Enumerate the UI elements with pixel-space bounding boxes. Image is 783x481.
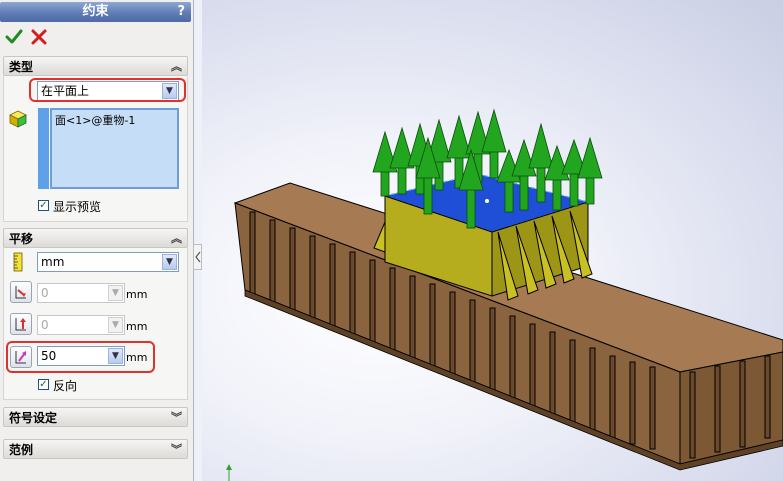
chevron-down-icon[interactable]: ︾ [171,408,182,428]
selection-list-item[interactable]: 面<1>@重物-1 [55,112,174,128]
highlight-distance3 [6,341,155,373]
panel-splitter-handle[interactable] [193,244,202,270]
distance1-value: 0 [41,286,49,300]
direction1-icon [15,286,26,299]
translate-section-title: 平移 [9,232,34,246]
unit-select[interactable]: mm ▼ [37,252,179,272]
selection-list-marker [38,108,49,189]
distance1-input[interactable]: 0 ▼ [37,283,125,303]
distance2-unit: mm [126,320,148,333]
direction2-icon [15,318,26,331]
chevron-down-icon[interactable]: ▼ [162,254,177,270]
example-section-title: 范例 [9,443,34,457]
ruler-icon [13,252,23,272]
reverse-label: 反向 [53,379,78,393]
direction1-button[interactable] [10,281,32,303]
show-preview-checkbox[interactable]: ✓ [38,200,49,211]
chevron-down-icon[interactable]: ▼ [108,285,123,301]
property-manager-panel: 约束 ? 类型 ︽ 在平面上 ▼ 面<1>@重物-1 ✓ 显示预览 平移 ︽ m… [0,0,194,481]
example-section-header[interactable]: 范例 ︾ [3,439,188,459]
show-preview-label: 显示预览 [53,200,102,214]
check-icon[interactable] [5,28,23,46]
reverse-checkbox[interactable]: ✓ [38,379,49,390]
face-selection-icon [9,110,27,128]
distance2-input[interactable]: 0 ▼ [37,315,125,335]
direction2-button[interactable] [10,313,32,335]
chevron-down-icon[interactable]: ▼ [108,317,123,333]
highlight-type-select [29,78,186,102]
symbol-section-header[interactable]: 符号设定 ︾ [3,407,188,427]
graphics-viewport[interactable] [202,0,783,481]
distance2-value: 0 [41,318,49,332]
close-icon[interactable] [30,28,48,46]
symbol-section-title: 符号设定 [9,411,58,425]
unit-select-value: mm [41,255,65,269]
selection-listbox[interactable]: 面<1>@重物-1 [50,108,179,189]
panel-titlebar: 约束 ? [0,2,191,22]
type-section-header[interactable]: 类型 ︽ [3,56,188,76]
help-button[interactable]: ? [177,2,185,22]
chevron-down-icon[interactable]: ︾ [171,440,182,460]
chevron-up-icon[interactable]: ︽ [171,229,182,249]
chevron-up-icon[interactable]: ︽ [171,57,182,77]
translate-section-header[interactable]: 平移 ︽ [3,228,188,248]
panel-title: 约束 [82,4,109,19]
origin-triad-icon [226,464,232,481]
model-view[interactable] [202,0,783,481]
type-section-title: 类型 [9,60,34,74]
chevron-left-icon [195,251,201,263]
distance1-unit: mm [126,288,148,301]
